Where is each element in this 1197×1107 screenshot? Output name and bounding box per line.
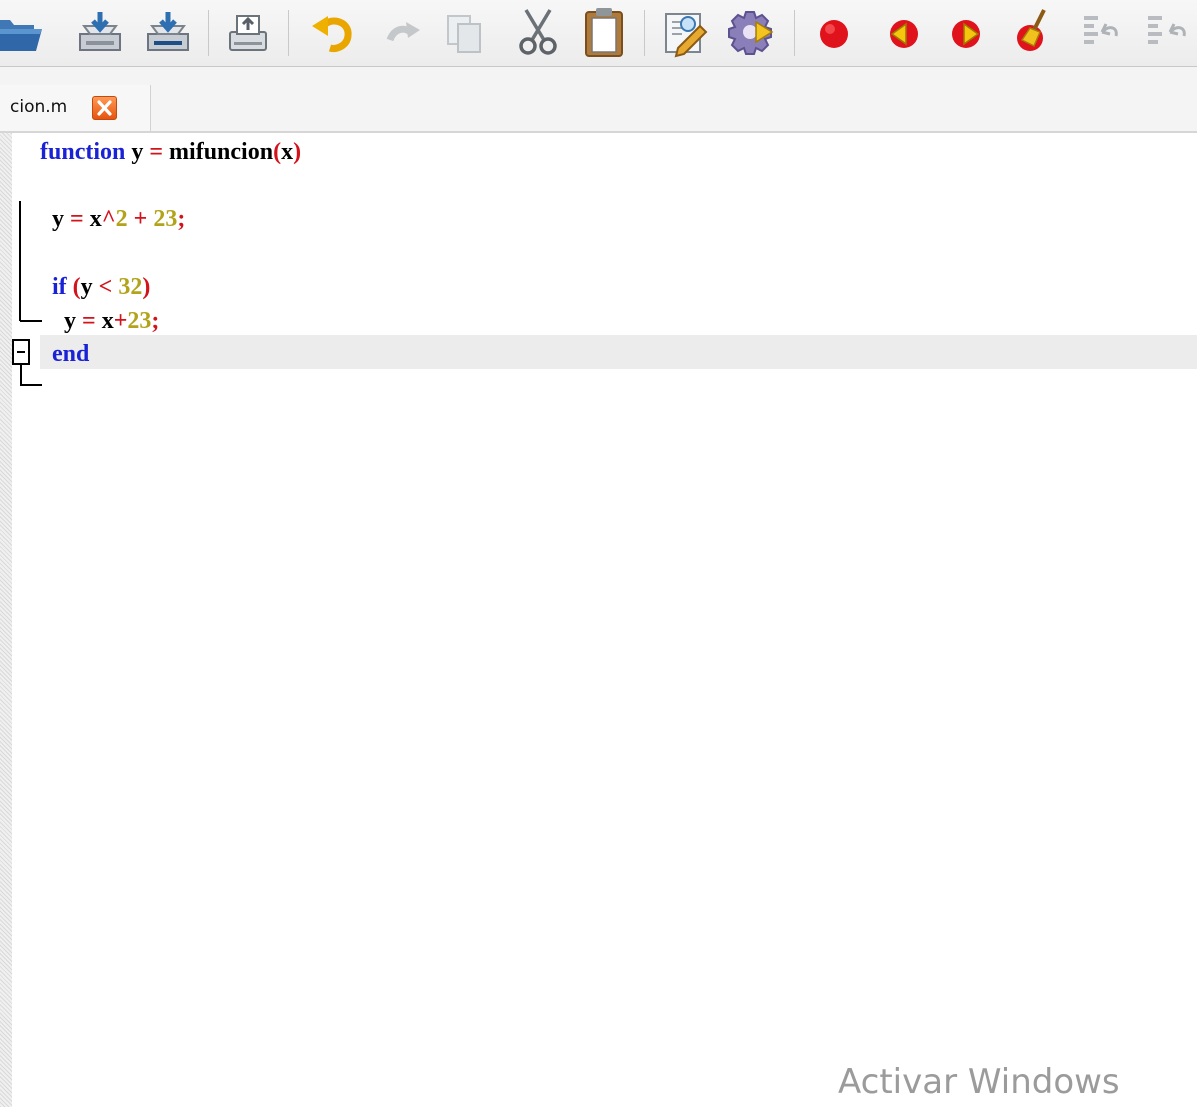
code-token: + xyxy=(113,307,128,334)
save-as-icon[interactable] xyxy=(142,4,194,60)
windows-activation-watermark: Activar Windows xyxy=(838,1062,1120,1102)
code-token: x xyxy=(281,139,294,165)
code-line[interactable]: end xyxy=(40,337,89,371)
previous-breakpoint-icon[interactable] xyxy=(876,4,928,60)
code-editor[interactable]: function y = mifuncion(x) y = x^2 + 23; … xyxy=(0,133,1197,1107)
code-token: = xyxy=(82,307,96,334)
code-token: x xyxy=(83,206,102,233)
code-token: ^ xyxy=(101,206,116,233)
code-token: mifuncion xyxy=(163,139,274,165)
tab-bar: cion.m xyxy=(0,67,1197,133)
code-token: ) xyxy=(142,273,151,300)
current-line-highlight xyxy=(40,335,1197,369)
code-token: 32 xyxy=(118,273,143,300)
code-token: ( xyxy=(273,139,282,165)
code-token: 2 xyxy=(115,206,128,233)
code-token: = xyxy=(70,206,84,233)
code-line[interactable]: y = x+23; xyxy=(40,304,159,338)
cut-icon[interactable] xyxy=(512,4,564,60)
comment-icon[interactable] xyxy=(1074,4,1126,60)
code-token: y xyxy=(40,307,82,334)
code-token: < xyxy=(98,273,113,300)
code-token: end xyxy=(40,341,90,368)
code-token: if xyxy=(40,273,73,300)
print-icon[interactable] xyxy=(222,4,274,60)
code-token: y xyxy=(40,206,70,233)
breakpoint-icon[interactable] xyxy=(808,4,860,60)
next-breakpoint-icon[interactable] xyxy=(942,4,994,60)
redo-icon[interactable] xyxy=(376,4,428,60)
code-token: function xyxy=(40,139,126,165)
code-token: ) xyxy=(293,139,302,165)
toolbar xyxy=(0,0,1197,67)
code-line[interactable]: if (y < 32) xyxy=(40,270,150,304)
paste-icon[interactable] xyxy=(578,4,630,60)
clear-breakpoints-icon[interactable] xyxy=(1008,4,1060,60)
code-token: ; xyxy=(151,307,160,334)
close-icon[interactable] xyxy=(92,96,117,120)
code-token: 23 xyxy=(153,206,178,233)
tab-file[interactable]: cion.m xyxy=(0,85,151,131)
copy-icon[interactable] xyxy=(440,4,492,60)
code-token: + xyxy=(127,206,154,233)
code-token: x xyxy=(95,307,114,334)
code-token: y xyxy=(80,273,99,300)
open-folder-icon[interactable] xyxy=(0,4,52,60)
code-line[interactable]: y = x^2 + 23; xyxy=(40,202,185,236)
undo-icon[interactable] xyxy=(306,4,358,60)
uncomment-icon[interactable] xyxy=(1142,4,1194,60)
code-token: y xyxy=(125,139,150,165)
code-token: 23 xyxy=(127,307,152,334)
save-icon[interactable] xyxy=(74,4,126,60)
edit-icon[interactable] xyxy=(658,4,710,60)
code-token: = xyxy=(149,139,164,165)
code-token: ( xyxy=(72,273,81,300)
code-line[interactable]: function y = mifuncion(x) xyxy=(40,135,301,169)
settings-icon[interactable] xyxy=(724,4,776,60)
tab-label: cion.m xyxy=(10,97,68,117)
code-token: ; xyxy=(177,206,186,233)
